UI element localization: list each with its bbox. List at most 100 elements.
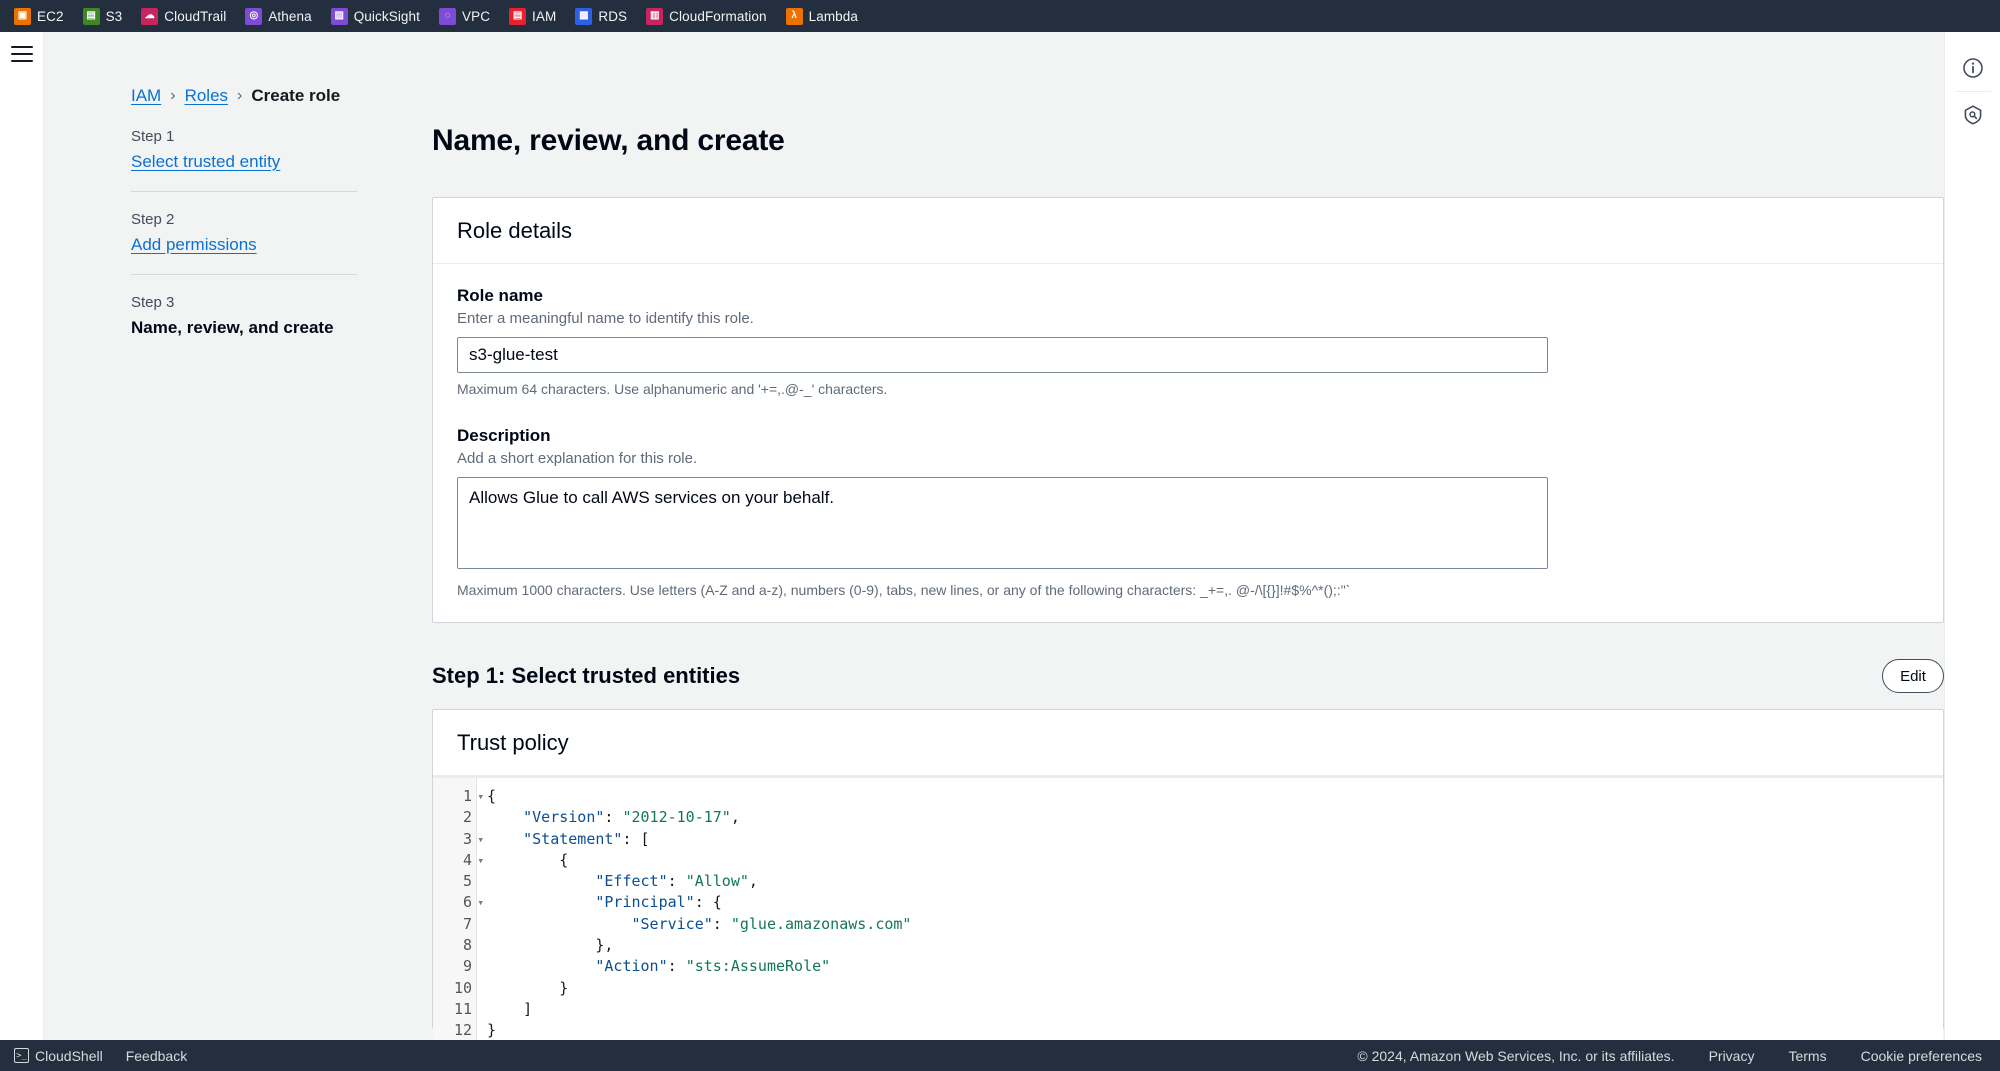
- cloudtrail-icon: ☁: [141, 7, 159, 25]
- step1-section-title: Step 1: Select trusted entities: [432, 663, 741, 688]
- breadcrumb-link-iam[interactable]: IAM: [131, 86, 161, 106]
- trust-policy-body: 1 ▾ 2 3 ▾ 4 ▾ 5 6 ▾ 7 8 9 10 11 12 { "Version": "2012-1…: [433, 776, 1943, 1040]
- json-code-editor[interactable]: 1 ▾ 2 3 ▾ 4 ▾ 5 6 ▾ 7 8 9 10 11 12 { "Version": "2012-1…: [433, 777, 1943, 1040]
- breadcrumb-separator-icon: ›: [170, 87, 176, 104]
- code-line: }: [487, 1021, 497, 1040]
- cloudshell-icon: >_: [14, 1048, 29, 1063]
- role-details-header: Role details: [433, 198, 1943, 264]
- bookmark-cloudformation[interactable]: ▥ CloudFormation: [646, 7, 767, 25]
- role-name-input[interactable]: s3-glue-test: [457, 337, 1548, 373]
- step-number: Step 1: [131, 128, 175, 145]
- description-hint: Add a short explanation for this role.: [457, 450, 698, 467]
- line-number: 10: [453, 978, 472, 997]
- security-panel-button[interactable]: [1945, 92, 2000, 138]
- feedback-link[interactable]: Feedback: [126, 1048, 187, 1064]
- code-line: }: [487, 978, 569, 997]
- footer-left-group: >_ CloudShell Feedback: [14, 1048, 187, 1064]
- code-line: "Principal": {: [595, 893, 722, 912]
- breadcrumb-current-page: Create role: [251, 86, 341, 105]
- edit-step1-button[interactable]: Edit: [1882, 659, 1944, 693]
- bookmark-s3[interactable]: ▤ S3: [82, 7, 123, 25]
- editor-code-area[interactable]: { "Version": "2012-10-17", "Statement": …: [477, 778, 1943, 1040]
- bookmark-label: EC2: [37, 8, 64, 24]
- bookmark-label: IAM: [532, 8, 557, 24]
- line-number: 9: [462, 957, 472, 976]
- step1-section-header: Step 1: Select trusted entities Edit: [432, 659, 1944, 693]
- breadcrumb: IAM › Roles › Create role: [44, 32, 1944, 106]
- iam-icon: ▤: [509, 7, 527, 25]
- role-name-field-group: Role name Enter a meaningful name to ide…: [457, 286, 1919, 397]
- code-line: },: [487, 936, 614, 955]
- wizard-step-1[interactable]: Step 1 Select trusted entity: [131, 128, 357, 191]
- footer-right-group: © 2024, Amazon Web Services, Inc. or its…: [1357, 1048, 1982, 1064]
- role-name-description: Enter a meaningful name to identify this…: [457, 310, 754, 327]
- description-textarea[interactable]: [457, 477, 1548, 569]
- line-number: 1 ▾: [433, 786, 484, 807]
- code-line: "Version": "2012-10-17",: [523, 808, 740, 827]
- code-line: "Action": "sts:AssumeRole": [595, 957, 831, 976]
- step-link[interactable]: Add permissions: [131, 235, 357, 255]
- role-name-constraint-text: Maximum 64 characters. Use alphanumeric …: [457, 381, 888, 397]
- bookmark-lambda[interactable]: λ Lambda: [785, 7, 858, 25]
- code-fold-toggle-icon[interactable]: ▾: [477, 850, 484, 871]
- code-line: {: [487, 787, 497, 805]
- right-utility-rail: [1944, 32, 2000, 1040]
- role-name-label: Role name: [457, 286, 543, 305]
- app-shell: IAM › Roles › Create role Step 1 Select t…: [0, 32, 2000, 1071]
- line-number: 7: [462, 914, 472, 933]
- code-line: ]: [487, 999, 533, 1018]
- copyright-text: © 2024, Amazon Web Services, Inc. or its…: [1357, 1047, 1675, 1064]
- cookie-preferences-link[interactable]: Cookie preferences: [1861, 1048, 1982, 1064]
- cloudshell-button[interactable]: >_ CloudShell: [14, 1048, 103, 1064]
- breadcrumb-separator-icon: ›: [237, 87, 243, 104]
- role-details-body: Role name Enter a meaningful name to ide…: [433, 264, 1943, 622]
- bookmark-ec2[interactable]: ▣ EC2: [14, 7, 64, 25]
- code-line: {: [487, 850, 569, 869]
- line-number: 6 ▾: [433, 892, 484, 913]
- bookmark-iam[interactable]: ▤ IAM: [509, 7, 557, 25]
- cloudformation-icon: ▥: [646, 7, 664, 25]
- description-label: Description: [457, 426, 551, 445]
- role-details-card: Role details Role name Enter a meaningfu…: [432, 197, 1944, 623]
- bookmark-label: QuickSight: [353, 8, 420, 24]
- step-number: Step 2: [131, 211, 175, 228]
- bookmark-athena[interactable]: ◎ Athena: [245, 7, 312, 25]
- bookmark-label: CloudFormation: [669, 8, 767, 24]
- role-details-title: Role details: [457, 218, 572, 243]
- content-columns: Step 1 Select trusted entity Step 2 Add per…: [44, 124, 1944, 1040]
- bookmark-quicksight[interactable]: ▨ QuickSight: [330, 7, 420, 25]
- bookmark-rds[interactable]: ▩ RDS: [575, 7, 628, 25]
- bookmark-cloudtrail[interactable]: ☁ CloudTrail: [141, 7, 226, 25]
- vpc-icon: ◌: [438, 7, 456, 25]
- line-number: 8: [462, 936, 472, 955]
- info-panel-button[interactable]: [1945, 45, 2000, 91]
- step-number: Step 3: [131, 294, 175, 311]
- terms-link[interactable]: Terms: [1788, 1048, 1826, 1064]
- code-fold-toggle-icon[interactable]: ▾: [477, 829, 484, 850]
- rds-icon: ▩: [575, 7, 593, 25]
- shield-icon: [1964, 105, 1981, 125]
- wizard-step-3: Step 3 Name, review, and create: [131, 274, 357, 357]
- bookmark-vpc[interactable]: ◌ VPC: [438, 7, 491, 25]
- bookmark-label: VPC: [461, 8, 491, 24]
- step-link[interactable]: Select trusted entity: [131, 152, 357, 172]
- code-line: "Effect": "Allow",: [595, 872, 758, 891]
- bookmark-label: RDS: [598, 8, 628, 24]
- description-constraint-text: Maximum 1000 characters. Use letters (A-…: [457, 582, 1351, 598]
- hamburger-menu-icon[interactable]: [10, 46, 33, 1040]
- console-footer: >_ CloudShell Feedback © 2024, Amazon We…: [0, 1040, 2000, 1071]
- code-fold-toggle-icon[interactable]: ▾: [477, 786, 484, 807]
- wizard-step-2[interactable]: Step 2 Add permissions: [131, 191, 357, 274]
- lambda-icon: λ: [785, 7, 803, 25]
- line-number: 11: [453, 999, 472, 1018]
- code-line: "Statement": [: [523, 829, 650, 848]
- ec2-icon: ▣: [14, 7, 31, 25]
- main-content: Name, review, and create Role details Ro…: [432, 124, 1944, 1040]
- console-workarea: IAM › Roles › Create role Step 1 Select t…: [43, 32, 1944, 1040]
- code-line: "Service": "glue.amazonaws.com": [631, 914, 912, 933]
- code-fold-toggle-icon[interactable]: ▾: [477, 892, 484, 913]
- trust-policy-editor-wrap: 1 ▾ 2 3 ▾ 4 ▾ 5 6 ▾ 7 8 9 10 11 12 { "Version": "2012-1…: [433, 776, 1943, 1040]
- privacy-link[interactable]: Privacy: [1709, 1048, 1755, 1064]
- athena-icon: ◎: [245, 7, 263, 25]
- breadcrumb-link-roles[interactable]: Roles: [185, 86, 228, 106]
